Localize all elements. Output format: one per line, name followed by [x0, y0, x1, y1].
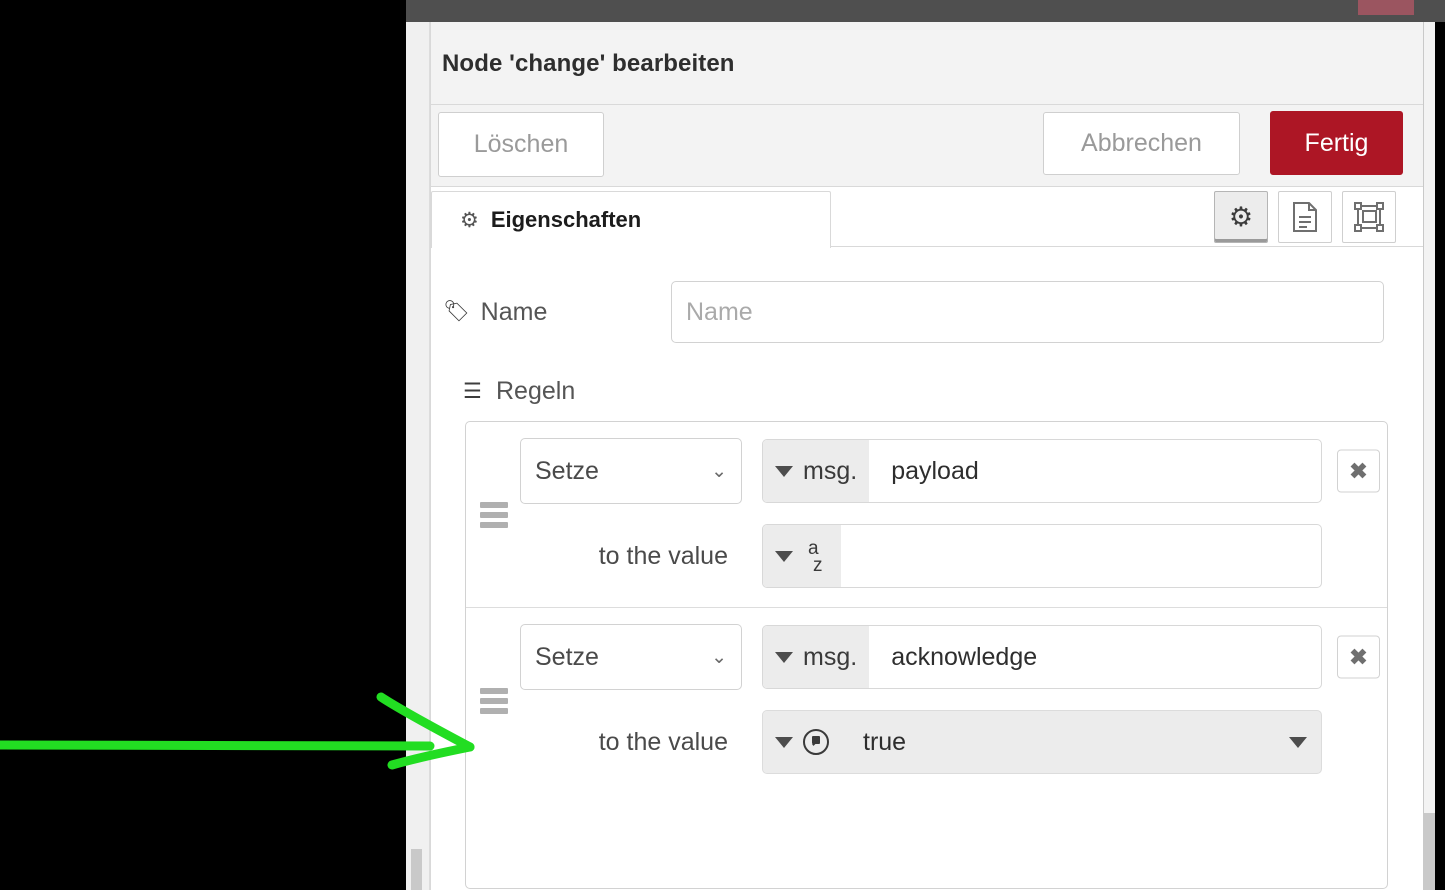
rule-property-type-select[interactable]: msg.	[763, 440, 870, 502]
gear-icon: ⚙	[1228, 201, 1254, 232]
caret-down-icon	[775, 651, 793, 663]
drag-handle[interactable]	[480, 501, 508, 528]
rule-value-label: to the value	[598, 727, 728, 756]
rule-property-type-select[interactable]: msg.	[763, 626, 870, 688]
caret-down-icon	[775, 736, 793, 748]
rule-value-line: to the value true	[520, 710, 1322, 774]
gear-icon: ⚙	[460, 208, 479, 232]
cancel-button[interactable]: Abbrechen	[1043, 112, 1240, 175]
edit-node-dialog: Node 'change' bearbeiten Löschen Abbrech…	[430, 22, 1424, 890]
list-icon: ☰	[463, 380, 482, 403]
rule-property-input[interactable]: acknowledge	[869, 626, 1321, 688]
delete-button[interactable]: Löschen	[438, 112, 604, 177]
workspace-scroll-thumb[interactable]	[411, 849, 422, 890]
rule-property-prefix: msg.	[803, 642, 858, 671]
dialog-scroll-thumb[interactable]	[1424, 813, 1435, 890]
properties-form: 🏷 Name ☰ Regeln Setze	[431, 247, 1424, 889]
editor-canvas-background	[0, 0, 406, 890]
dialog-title: Node 'change' bearbeiten	[442, 50, 735, 77]
rule-property-input[interactable]: payload	[869, 440, 1321, 502]
drag-handle[interactable]	[480, 688, 508, 714]
tab-properties[interactable]: ⚙ Eigenschaften	[431, 191, 831, 248]
rule-value-line: to the value az	[520, 524, 1322, 588]
rule-row: Setze ⌄ msg. payload ✖ to the value a z	[466, 422, 1387, 608]
done-button[interactable]: Fertig	[1270, 111, 1403, 175]
description-document-icon-button[interactable]	[1278, 191, 1332, 243]
workspace-scroll-track[interactable]	[406, 22, 430, 890]
name-row: 🏷 Name	[443, 281, 1384, 343]
boolean-icon	[803, 729, 829, 755]
window-close-button[interactable]	[1358, 0, 1414, 15]
rule-property-line: Setze ⌄ msg. acknowledge ✖	[520, 624, 1380, 690]
caret-down-icon	[775, 550, 793, 562]
az-string-icon: az	[808, 538, 823, 576]
caret-down-icon	[1289, 736, 1307, 748]
rule-value-dropdown-toggle[interactable]	[1289, 711, 1321, 773]
rule-property-prefix: msg.	[803, 456, 858, 485]
chevron-down-icon: ⌄	[711, 460, 727, 482]
window-chrome-bar	[406, 0, 1445, 22]
tab-properties-label: Eigenschaften	[490, 207, 642, 232]
name-label: Name	[480, 297, 548, 326]
dialog-header: Node 'change' bearbeiten	[431, 22, 1424, 105]
rule-property-line: Setze ⌄ msg. payload ✖	[520, 438, 1380, 504]
rule-delete-button[interactable]: ✖	[1337, 449, 1380, 493]
rule-value-select[interactable]: true	[841, 711, 1289, 773]
layout-icon	[1354, 202, 1384, 232]
name-input[interactable]	[671, 281, 1384, 343]
dialog-scroll-track[interactable]	[1424, 22, 1435, 890]
rule-value-type-select[interactable]	[763, 711, 841, 773]
rule-action-select[interactable]: Setze ⌄	[520, 438, 742, 504]
rule-value-type-select[interactable]: az	[763, 525, 841, 587]
rules-label: Regeln	[496, 377, 576, 405]
document-icon	[1293, 202, 1317, 232]
rules-header: ☰ Regeln	[463, 377, 575, 406]
name-label-group: 🏷 Name	[443, 298, 671, 327]
chevron-down-icon: ⌄	[711, 646, 727, 668]
rule-action-select[interactable]: Setze ⌄	[520, 624, 742, 690]
rule-property-typed-input: msg. acknowledge	[762, 625, 1322, 689]
rule-value-label: to the value	[598, 541, 728, 570]
appearance-layout-icon-button[interactable]	[1342, 191, 1396, 243]
tab-icon-group: ⚙	[1214, 191, 1396, 243]
rules-list: Setze ⌄ msg. payload ✖ to the value a z …	[465, 421, 1388, 889]
rule-action-value: Setze	[535, 456, 599, 485]
rule-row: Setze ⌄ msg. acknowledge ✖ to the value …	[466, 608, 1387, 794]
dialog-toolbar: Löschen Abbrechen Fertig	[431, 105, 1424, 187]
rule-delete-button[interactable]: ✖	[1337, 635, 1380, 679]
properties-gear-icon-button[interactable]: ⚙	[1214, 191, 1268, 243]
screen-root: Node 'change' bearbeiten Löschen Abbrech…	[0, 0, 1445, 890]
rule-value-typed-input: az	[762, 524, 1322, 588]
rule-property-typed-input: msg. payload	[762, 439, 1322, 503]
rule-value-typed-input: true	[762, 710, 1322, 774]
rule-action-value: Setze	[535, 642, 599, 671]
rule-value-input[interactable]	[841, 525, 1321, 587]
tag-icon: 🏷	[443, 300, 470, 323]
tab-strip: ⚙ Eigenschaften ⚙	[431, 187, 1424, 248]
caret-down-icon	[775, 465, 793, 477]
